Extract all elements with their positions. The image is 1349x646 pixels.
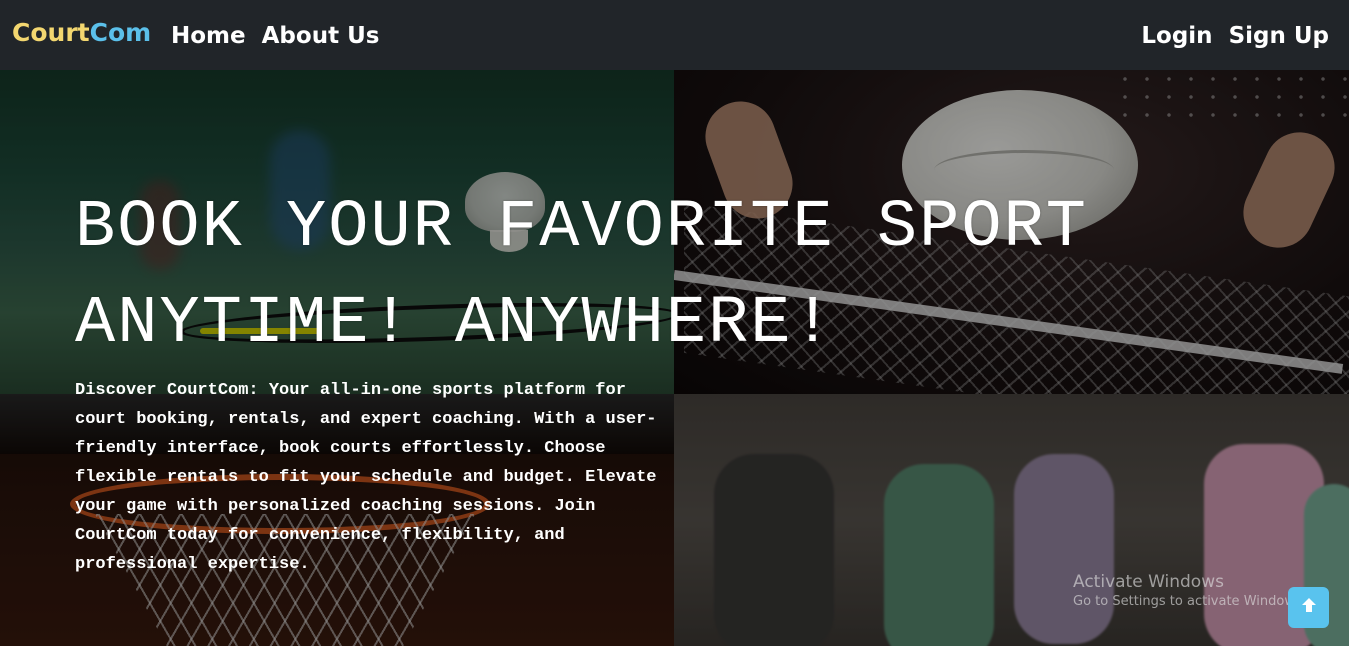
watermark-subtitle: Go to Settings to activate Windows.	[1073, 594, 1306, 609]
hero-description: Discover CourtCom: Your all-in-one sport…	[75, 381, 657, 574]
nav-left-links: Home About Us	[171, 20, 379, 52]
brand-com-text: Com	[89, 18, 152, 47]
arrow-up-icon	[1300, 596, 1318, 619]
brand-logo[interactable]: CourtCom	[12, 18, 151, 47]
activate-windows-watermark: Activate Windows Go to Settings to activ…	[1073, 571, 1306, 611]
nav-link-home[interactable]: Home	[171, 20, 246, 52]
navbar: CourtCom Home About Us Login Sign Up	[0, 0, 1349, 70]
nav-link-login[interactable]: Login	[1141, 20, 1212, 52]
nav-link-about-us[interactable]: About Us	[262, 20, 380, 52]
hero-title-line2: ANYTIME! ANYWHERE!	[75, 286, 835, 362]
nav-link-sign-up[interactable]: Sign Up	[1229, 20, 1329, 52]
hero-section: BOOK YOUR FAVORITE SPORT ANYTIME! ANYWHE…	[0, 70, 1349, 646]
back-to-top-button[interactable]	[1288, 587, 1329, 628]
brand-court-text: Court	[12, 18, 90, 47]
watermark-title: Activate Windows	[1073, 572, 1224, 592]
hero-title: BOOK YOUR FAVORITE SPORT ANYTIME! ANYWHE…	[75, 180, 1275, 372]
nav-right-links: Login Sign Up	[1141, 20, 1329, 52]
hero-title-line1: BOOK YOUR FAVORITE SPORT	[75, 190, 1088, 266]
